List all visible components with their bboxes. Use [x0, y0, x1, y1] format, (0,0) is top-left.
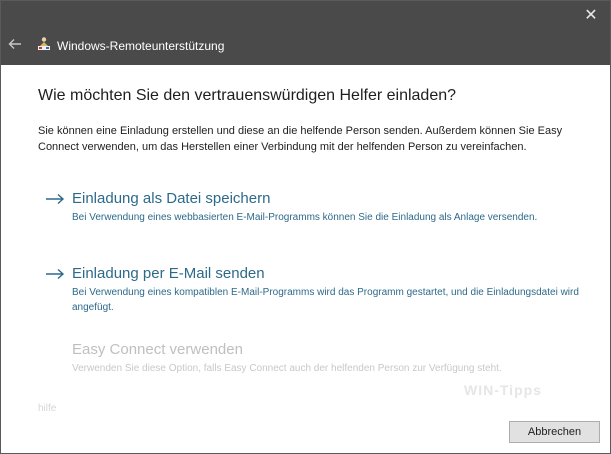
- cancel-button[interactable]: Abbrechen: [509, 421, 600, 443]
- back-arrow-icon: [8, 39, 21, 49]
- arrow-right-icon: [46, 193, 65, 205]
- window-title: Windows-Remoteunterstützung: [57, 39, 225, 53]
- option-description: Bei Verwendung eines kompatiblen E-Mail-…: [72, 287, 579, 313]
- intro-text: Sie können eine Einladung erstellen und …: [38, 125, 563, 153]
- page-heading: Wie möchten Sie den vertrauenswürdigen H…: [38, 87, 457, 104]
- remote-assistance-window: ✕ Windows-Remoteunterstützung Wie möchte…: [0, 0, 611, 454]
- watermark: WIN-Tipps: [464, 382, 542, 398]
- option-title: Easy Connect verwenden: [72, 341, 243, 358]
- help-link[interactable]: hilfe: [38, 403, 56, 414]
- option-description: Verwenden Sie diese Option, falls Easy C…: [72, 363, 502, 374]
- option-description: Bei Verwendung eines webbasierten E-Mail…: [72, 212, 538, 223]
- remote-assistance-icon: [38, 37, 50, 50]
- arrow-right-icon: [46, 268, 65, 280]
- title-bar: ✕ Windows-Remoteunterstützung: [1, 1, 610, 65]
- option-title: Einladung per E-Mail senden: [72, 265, 265, 282]
- option-title: Einladung als Datei speichern: [72, 190, 271, 207]
- back-button[interactable]: [6, 35, 24, 53]
- close-button[interactable]: ✕: [578, 3, 604, 27]
- close-icon: ✕: [584, 7, 598, 24]
